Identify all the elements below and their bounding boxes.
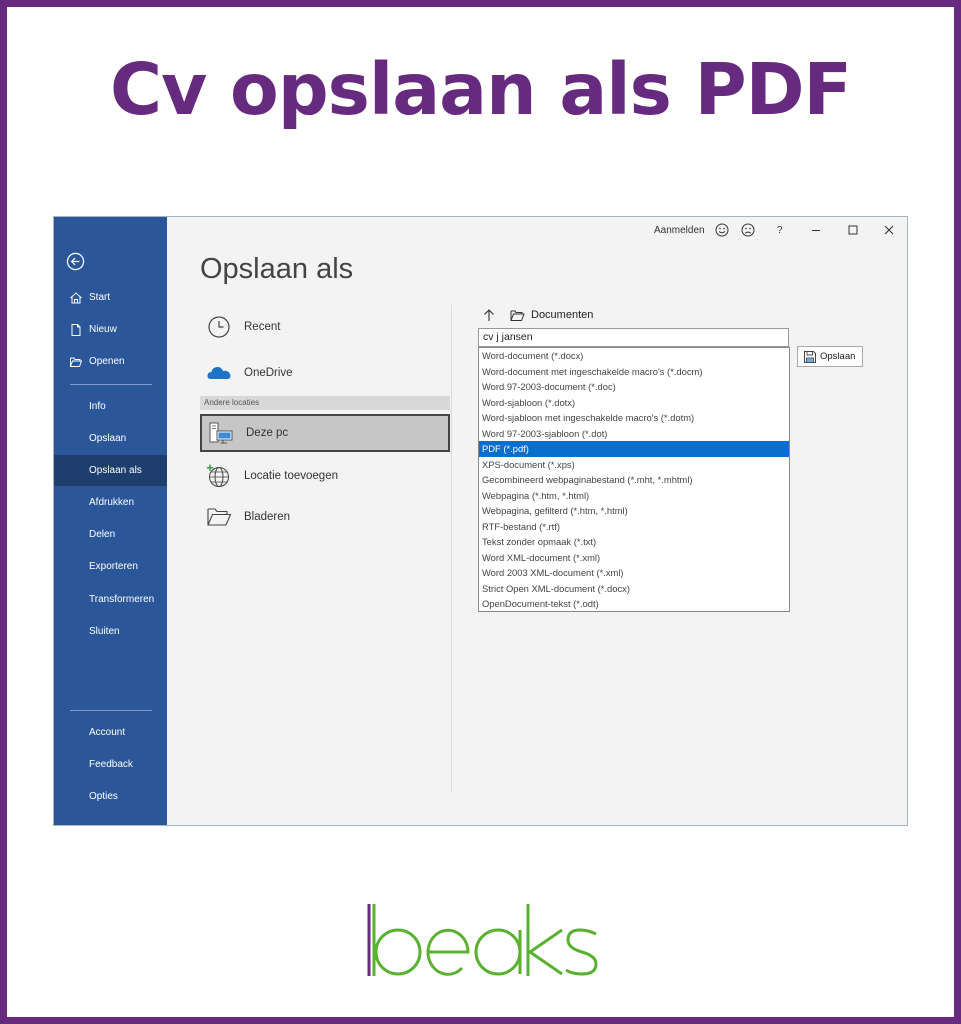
location-add-label: Locatie toevoegen: [244, 470, 338, 482]
word-window: Start Nieuw Openen Info Opslaan Opslaan …: [53, 216, 908, 826]
file-type-option[interactable]: Word-document met ingeschakelde macro's …: [479, 364, 789, 380]
open-folder-icon: [70, 357, 83, 367]
nav-save[interactable]: Opslaan: [54, 423, 167, 454]
help-icon[interactable]: ?: [777, 225, 783, 236]
location-this-pc[interactable]: Deze pc: [200, 414, 450, 452]
nav-start[interactable]: Start: [54, 282, 167, 313]
location-recent-label: Recent: [244, 321, 281, 333]
file-type-option[interactable]: Word 97-2003-sjabloon (*.dot): [479, 426, 789, 442]
nav-save-as-label: Opslaan als: [89, 465, 142, 476]
nav-transform-label: Transformeren: [89, 594, 155, 605]
back-arrow-icon[interactable]: [66, 252, 85, 271]
maximize-icon[interactable]: [845, 222, 861, 238]
file-type-option[interactable]: Word-sjabloon met ingeschakelde macro's …: [479, 410, 789, 426]
nav-export[interactable]: Exporteren: [54, 551, 167, 582]
headline: Cv opslaan als PDF: [109, 48, 852, 131]
file-type-option[interactable]: RTF-bestand (*.rtf): [479, 519, 789, 535]
nav-options-label: Opties: [89, 791, 118, 802]
nav-close[interactable]: Sluiten: [54, 616, 167, 647]
file-type-option[interactable]: Word-sjabloon (*.dotx): [479, 395, 789, 411]
nav-account-label: Account: [89, 727, 126, 738]
location-add[interactable]: Locatie toevoegen: [200, 457, 450, 495]
nav-new-label: Nieuw: [89, 324, 117, 335]
location-onedrive[interactable]: OneDrive: [200, 354, 450, 392]
sidebar-divider: [70, 710, 152, 711]
clock-icon: [208, 316, 230, 338]
location-browse-label: Bladeren: [244, 511, 291, 523]
nav-save-as[interactable]: Opslaan als: [54, 455, 167, 486]
page-title: Opslaan als: [200, 253, 354, 285]
nav-open-label: Openen: [89, 356, 125, 367]
file-type-option[interactable]: Word 97-2003-document (*.doc): [479, 379, 789, 395]
nav-print[interactable]: Afdrukken: [54, 487, 167, 518]
file-type-dropdown-list[interactable]: Word-document (*.docx) Word-document met…: [478, 347, 790, 612]
location-this-pc-label: Deze pc: [246, 427, 289, 439]
nav-new[interactable]: Nieuw: [54, 314, 167, 345]
home-icon: [70, 291, 82, 303]
title-bar: Aanmelden ?: [167, 217, 907, 243]
save-button[interactable]: Opslaan: [797, 346, 863, 367]
backstage-sidebar: Start Nieuw Openen Info Opslaan Opslaan …: [54, 217, 167, 825]
location-recent[interactable]: Recent: [200, 308, 450, 346]
nav-info-label: Info: [89, 401, 106, 412]
path-bar: Documenten: [482, 306, 593, 324]
nav-print-label: Afdrukken: [89, 497, 135, 508]
up-arrow-icon[interactable]: [482, 308, 496, 322]
signin-link[interactable]: Aanmelden: [654, 225, 705, 236]
nav-transform[interactable]: Transformeren: [54, 584, 167, 615]
location-onedrive-label: OneDrive: [244, 367, 293, 379]
nav-options[interactable]: Opties: [54, 781, 167, 812]
nav-feedback[interactable]: Feedback: [54, 749, 167, 780]
minimize-icon[interactable]: [808, 222, 824, 238]
frown-feedback-icon[interactable]: [740, 222, 756, 238]
file-type-option[interactable]: XPS-document (*.xps): [479, 457, 789, 473]
nav-account[interactable]: Account: [54, 717, 167, 748]
file-type-option-selected[interactable]: PDF (*.pdf): [479, 441, 789, 457]
computer-icon: [209, 422, 233, 444]
nav-info[interactable]: Info: [54, 391, 167, 422]
globe-add-icon: [206, 464, 229, 487]
nav-close-label: Sluiten: [89, 626, 120, 637]
file-type-option[interactable]: Tekst zonder opmaak (*.txt): [479, 534, 789, 550]
save-button-label: Opslaan: [820, 351, 856, 362]
folder-icon: [510, 310, 525, 321]
other-locations-header: Andere locaties: [200, 396, 450, 410]
file-type-option[interactable]: Word XML-document (*.xml): [479, 550, 789, 566]
beaks-logo: [367, 904, 598, 976]
sidebar-divider: [70, 384, 152, 385]
save-icon: [804, 350, 816, 363]
file-type-option[interactable]: OpenDocument-tekst (*.odt): [479, 596, 789, 612]
smile-feedback-icon[interactable]: [714, 222, 730, 238]
file-type-option[interactable]: Gecombineerd webpaginabestand (*.mht, *.…: [479, 472, 789, 488]
file-type-option[interactable]: Word 2003 XML-document (*.xml): [479, 565, 789, 581]
nav-share-label: Delen: [89, 529, 116, 540]
nav-export-label: Exporteren: [89, 561, 138, 572]
location-browse[interactable]: Bladeren: [200, 498, 450, 536]
file-type-option[interactable]: Word-document (*.docx): [479, 348, 789, 364]
filename-input[interactable]: cv j jansen: [478, 328, 789, 347]
nav-open[interactable]: Openen: [54, 346, 167, 377]
path-folder-label[interactable]: Documenten: [531, 309, 593, 321]
file-type-option[interactable]: Webpagina, gefilterd (*.htm, *.html): [479, 503, 789, 519]
browse-folder-icon: [207, 508, 232, 526]
onedrive-cloud-icon: [207, 367, 231, 379]
panel-divider: [451, 305, 452, 793]
file-type-option[interactable]: Webpagina (*.htm, *.html): [479, 488, 789, 504]
nav-feedback-label: Feedback: [89, 759, 133, 770]
close-icon[interactable]: [881, 222, 897, 238]
file-type-option[interactable]: Strict Open XML-document (*.docx): [479, 581, 789, 597]
nav-save-label: Opslaan: [89, 433, 127, 444]
nav-share[interactable]: Delen: [54, 519, 167, 550]
new-document-icon: [71, 323, 81, 336]
nav-start-label: Start: [89, 292, 111, 303]
